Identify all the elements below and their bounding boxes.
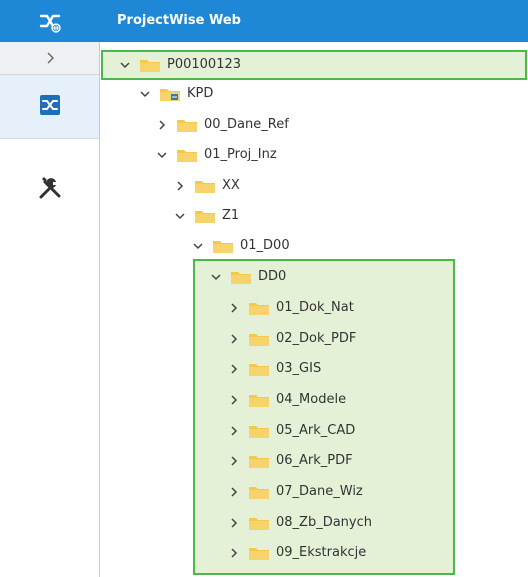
folder-icon	[140, 58, 160, 72]
tree-label: 01_Dok_Nat	[276, 300, 354, 315]
tree-row-root[interactable]: P00100123	[118, 51, 241, 79]
tree-label: KPD	[187, 86, 214, 101]
tree-row-proj-inz[interactable]: 01_Proj_Inz	[155, 141, 277, 169]
folder-icon	[249, 332, 269, 346]
chevron-right-icon	[45, 49, 55, 68]
tree-label: 07_Dane_Wiz	[276, 484, 363, 499]
chevron-right-icon[interactable]	[227, 424, 241, 438]
projectwise-icon	[39, 94, 61, 120]
tree-row-dok-nat[interactable]: 01_Dok_Nat	[227, 294, 354, 322]
chevron-right-icon[interactable]	[227, 332, 241, 346]
tree-row-dok-pdf[interactable]: 02_Dok_PDF	[227, 325, 356, 353]
chevron-right-icon[interactable]	[227, 546, 241, 560]
tree-label: Z1	[222, 208, 240, 223]
folder-icon	[249, 454, 269, 468]
tree-label: 05_Ark_CAD	[276, 423, 356, 438]
left-rail	[0, 42, 100, 577]
chevron-right-icon[interactable]	[227, 393, 241, 407]
rail-item-tools[interactable]	[0, 158, 99, 221]
folder-icon	[249, 546, 269, 560]
tree-label: 09_Ekstrakcje	[276, 545, 367, 560]
folder-icon	[213, 239, 233, 253]
tree-label: 06_Ark_PDF	[276, 453, 353, 468]
chevron-down-icon[interactable]	[118, 58, 132, 72]
chevron-right-icon[interactable]	[155, 118, 169, 132]
tree-label: 04_Modele	[276, 392, 347, 407]
chevron-right-icon[interactable]	[227, 516, 241, 530]
chevron-down-icon[interactable]	[191, 239, 205, 253]
folder-icon	[195, 209, 215, 223]
chevron-down-icon[interactable]	[173, 209, 187, 223]
tree-label: DD0	[258, 269, 287, 284]
tools-icon	[37, 175, 63, 205]
folder-icon	[249, 485, 269, 499]
tree-label: P00100123	[167, 57, 242, 72]
tree-label: XX	[222, 178, 240, 193]
app-header: ProjectWise Web	[0, 0, 528, 42]
tree-row-ark-cad[interactable]: 05_Ark_CAD	[227, 417, 355, 445]
tree-row-dane-ref[interactable]: 00_Dane_Ref	[155, 111, 289, 139]
folder-icon	[231, 270, 251, 284]
folder-icon	[249, 424, 269, 438]
app-title: ProjectWise Web	[117, 13, 241, 28]
tree-row-dd0[interactable]: DD0	[209, 263, 286, 291]
folder-link-icon	[160, 87, 180, 101]
tree-label: 02_Dok_PDF	[276, 331, 357, 346]
rail-expand-button[interactable]	[0, 42, 99, 75]
tree-row-ark-pdf[interactable]: 06_Ark_PDF	[227, 447, 353, 475]
folder-icon	[177, 118, 197, 132]
chevron-right-icon[interactable]	[227, 362, 241, 376]
tree-row-d00[interactable]: 01_D00	[191, 232, 290, 260]
projectwise-logo-icon[interactable]	[0, 0, 100, 42]
tree-row-ekstrakcje[interactable]: 09_Ekstrakcje	[227, 539, 366, 567]
chevron-right-icon[interactable]	[173, 179, 187, 193]
folder-icon	[249, 393, 269, 407]
chevron-down-icon[interactable]	[209, 270, 223, 284]
tree-row-z1[interactable]: Z1	[173, 202, 239, 230]
folder-icon	[177, 148, 197, 162]
tree-row-kpd[interactable]: KPD	[138, 80, 213, 108]
chevron-down-icon[interactable]	[138, 87, 152, 101]
folder-icon	[249, 362, 269, 376]
tree-row-modele[interactable]: 04_Modele	[227, 386, 346, 414]
chevron-right-icon[interactable]	[227, 485, 241, 499]
tree-row-dane-wiz[interactable]: 07_Dane_Wiz	[227, 478, 363, 506]
tree-label: 01_D00	[240, 238, 290, 253]
chevron-right-icon[interactable]	[227, 454, 241, 468]
rail-item-projectwise[interactable]	[0, 75, 99, 139]
chevron-down-icon[interactable]	[155, 148, 169, 162]
chevron-right-icon[interactable]	[227, 301, 241, 315]
tree-row-xx[interactable]: XX	[173, 172, 240, 200]
folder-icon	[249, 301, 269, 315]
folder-icon	[249, 516, 269, 530]
tree-label: 08_Zb_Danych	[276, 515, 372, 530]
tree-label: 01_Proj_Inz	[204, 147, 277, 162]
folder-icon	[195, 179, 215, 193]
tree-label: 00_Dane_Ref	[204, 117, 289, 132]
tree-label: 03_GIS	[276, 361, 322, 376]
tree-row-gis[interactable]: 03_GIS	[227, 355, 321, 383]
tree-row-zb-danych[interactable]: 08_Zb_Danych	[227, 509, 372, 537]
